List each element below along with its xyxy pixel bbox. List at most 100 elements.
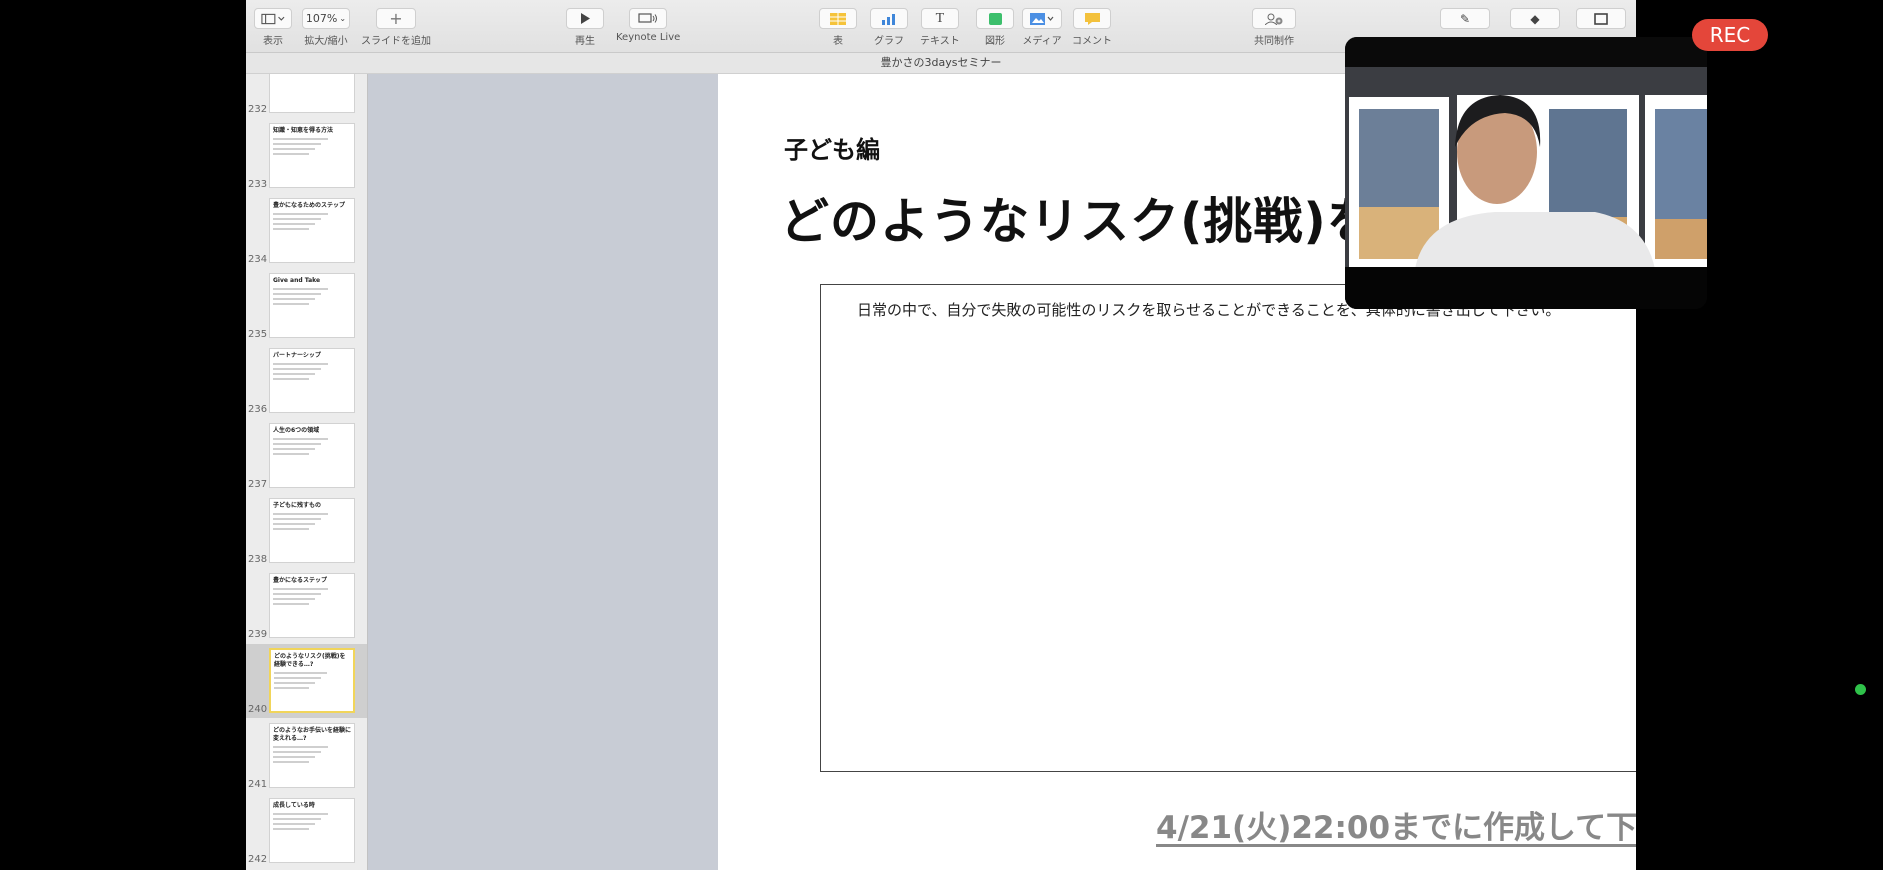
media-icon[interactable]: [1022, 8, 1062, 29]
slide-number: 234: [248, 254, 268, 265]
thumbnail-line: [274, 672, 328, 674]
slide-thumbnail[interactable]: 子どもに残すもの: [269, 498, 355, 563]
slide-thumbnail[interactable]: [269, 74, 355, 113]
slide-thumbnail[interactable]: 成長している時: [269, 798, 355, 863]
thumbnail-line: [273, 153, 309, 155]
keynote-live-icon[interactable]: [629, 8, 668, 29]
slide-thumbnail[interactable]: 知識・知恵を得る方法: [269, 123, 355, 188]
slide-number: 238: [248, 554, 268, 565]
slide-thumbnail[interactable]: 豊かになるステップ: [269, 573, 355, 638]
slide-thumbnail-item[interactable]: 豊かになるためのステップ 234: [246, 194, 367, 268]
thumbnail-title: どのようなお手伝いを経験に変えれる…?: [273, 727, 352, 742]
slide-number: 237: [248, 479, 268, 490]
slide-thumbnail-item[interactable]: 232: [246, 74, 367, 118]
add-slide-label: スライドを追加: [361, 36, 431, 47]
thumbnail-line: [273, 828, 309, 830]
participant-video[interactable]: [1345, 37, 1707, 309]
slide-number: 240: [248, 704, 268, 715]
thumbnail-line: [274, 682, 316, 684]
thumbnail-line: [273, 603, 309, 605]
zoom-label: 拡大/縮小: [304, 36, 348, 47]
shape-control[interactable]: 図形: [976, 8, 1014, 47]
thumbnail-line: [273, 218, 322, 220]
thumbnail-title: 豊かになるためのステップ: [273, 202, 346, 209]
sidebar-view-icon[interactable]: [254, 8, 292, 29]
slide-thumbnail-item[interactable]: Give and Take 235: [246, 269, 367, 343]
slide-thumbnail[interactable]: Give and Take: [269, 273, 355, 338]
thumbnail-line: [273, 523, 316, 525]
plus-icon[interactable]: +: [376, 8, 416, 29]
view-control[interactable]: 表示: [254, 8, 292, 47]
format-control[interactable]: ✎: [1440, 8, 1490, 29]
media-control[interactable]: メディア: [1022, 8, 1062, 47]
comment-label: コメント: [1072, 36, 1112, 47]
document-icon[interactable]: [1576, 8, 1626, 29]
thumbnail-line: [273, 588, 328, 590]
thumbnail-line: [273, 528, 309, 530]
slide-thumbnail[interactable]: パートナーシップ: [269, 348, 355, 413]
slide-thumbnail[interactable]: 豊かになるためのステップ: [269, 198, 355, 263]
thumbnail-line: [273, 448, 316, 450]
slide-thumbnail-item[interactable]: パートナーシップ 236: [246, 344, 367, 418]
slide-number: 241: [248, 779, 268, 790]
thumbnail-line: [273, 598, 316, 600]
shape-icon[interactable]: [976, 8, 1014, 29]
thumbnail-line: [273, 223, 316, 225]
slide-thumbnail-item[interactable]: 知識・知恵を得る方法 233: [246, 119, 367, 193]
text-icon[interactable]: T: [920, 8, 959, 29]
play-icon[interactable]: [566, 8, 604, 29]
thumbnail-line: [273, 453, 309, 455]
text-label: テキスト: [920, 36, 960, 47]
collaborate-label: 共同制作: [1254, 36, 1294, 47]
zoom-value: 107%: [305, 12, 338, 25]
thumbnail-line: [273, 288, 328, 290]
animate-control[interactable]: ◆: [1510, 8, 1560, 29]
view-label: 表示: [263, 36, 283, 47]
play-label: 再生: [575, 36, 595, 47]
slide-thumbnail-item[interactable]: 子どもに残すもの 238: [246, 494, 367, 568]
play-control[interactable]: 再生: [566, 8, 604, 47]
slide-number: 242: [248, 854, 268, 865]
slide-thumbnail[interactable]: 人生の6つの領域: [269, 423, 355, 488]
slide-thumbnail-item[interactable]: どのようなお手伝いを経験に変えれる…? 241: [246, 719, 367, 793]
media-label: メディア: [1022, 36, 1062, 47]
slide-number: 235: [248, 329, 268, 340]
deadline-text: 4/21(火)22:00までに作成して下さい。: [1156, 810, 1636, 846]
thumbnail-line: [273, 378, 309, 380]
slide-thumbnail-item[interactable]: どのようなリスク(挑戦)を経験できる…? 240: [246, 644, 367, 718]
slide-thumbnail[interactable]: どのようなお手伝いを経験に変えれる…?: [269, 723, 355, 788]
text-control[interactable]: T テキスト: [920, 8, 960, 47]
slide-thumbnail-item[interactable]: 人生の6つの領域 237: [246, 419, 367, 493]
thumbnail-line: [273, 746, 328, 748]
thumbnail-line: [273, 213, 328, 215]
document-control[interactable]: [1576, 8, 1626, 29]
answer-box[interactable]: 日常の中で、自分で失敗の可能性のリスクを取らせることができることを、具体的に書き…: [820, 284, 1636, 772]
table-control[interactable]: 表: [819, 8, 857, 47]
comment-control[interactable]: コメント: [1072, 8, 1112, 47]
thumbnail-line: [273, 303, 309, 305]
bar-chart-icon[interactable]: [870, 8, 908, 29]
slide-number: 232: [248, 104, 268, 115]
thumbnail-line: [273, 298, 316, 300]
add-slide-control[interactable]: + スライドを追加: [361, 8, 431, 47]
comment-icon[interactable]: [1073, 8, 1111, 29]
thumbnail-title: 人生の6つの領域: [273, 427, 320, 434]
slide-navigator[interactable]: 232 知識・知恵を得る方法 233 豊かになるためのステップ 234 Give and …: [246, 74, 368, 870]
collaborate-icon[interactable]: [1252, 8, 1296, 29]
chart-control[interactable]: グラフ: [870, 8, 908, 47]
table-icon[interactable]: [819, 8, 857, 29]
slide-thumbnail-item[interactable]: 成長している時 242: [246, 794, 367, 868]
collaborate-control[interactable]: 共同制作: [1252, 8, 1296, 47]
thumbnail-line: [273, 823, 316, 825]
thumbnail-title: 子どもに残すもの: [273, 502, 322, 509]
thumbnail-line: [273, 138, 328, 140]
zoom-control[interactable]: 107% ⌄ 拡大/縮小: [302, 8, 350, 47]
slide-thumbnail[interactable]: どのようなリスク(挑戦)を経験できる…?: [269, 648, 355, 713]
thumbnail-line: [273, 818, 322, 820]
keynote-live-control[interactable]: Keynote Live: [616, 8, 680, 43]
status-dot: [1855, 684, 1866, 695]
animate-icon[interactable]: ◆: [1510, 8, 1560, 29]
paintbrush-icon[interactable]: ✎: [1440, 8, 1490, 29]
zoom-select[interactable]: 107% ⌄: [302, 8, 350, 29]
slide-thumbnail-item[interactable]: 豊かになるステップ 239: [246, 569, 367, 643]
